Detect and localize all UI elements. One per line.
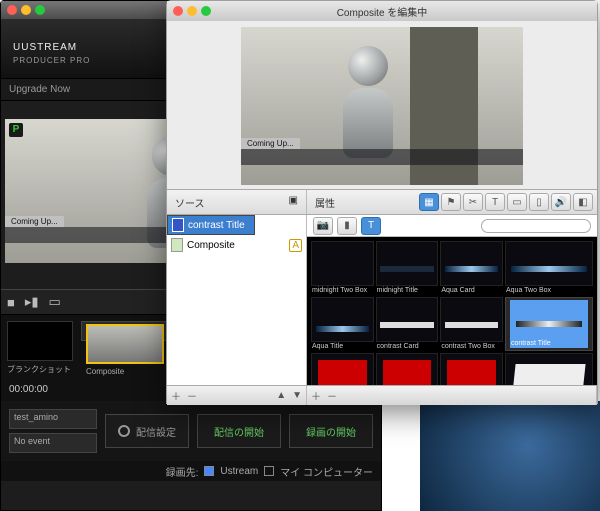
- page-icon[interactable]: ▮: [337, 217, 357, 235]
- attributes-panel: 📷 ▮ T midnight Two Box midnight Title Aq…: [307, 215, 597, 385]
- composite-editor-window: Composite を編集中 Coming Up... ソース▣ 属性 ▦ ⚑ …: [166, 0, 598, 404]
- text-badge-icon: A: [289, 239, 302, 252]
- source-list: contrast Title Composite A: [167, 215, 307, 385]
- audio-icon[interactable]: 🔊: [551, 193, 571, 211]
- control-bar: test_amino No event 配信設定 配信の開始 録画の開始: [1, 401, 381, 461]
- source-label: Composite: [187, 240, 235, 251]
- camera-icon[interactable]: 📷: [313, 217, 333, 235]
- lower-third-text: Coming Up...: [5, 216, 64, 227]
- remove-source-button[interactable]: －: [187, 388, 197, 403]
- lower-third-text: Coming Up...: [241, 138, 300, 149]
- text-icon[interactable]: T: [361, 217, 381, 235]
- template-item[interactable]: Aqua Title: [311, 297, 374, 351]
- template-item[interactable]: [311, 353, 374, 385]
- add-template-button[interactable]: ＋: [311, 388, 321, 403]
- template-item[interactable]: midnight Two Box: [311, 241, 374, 295]
- template-item[interactable]: Aqua Card: [440, 241, 503, 295]
- ustream-label: Ustream: [220, 466, 258, 477]
- screen-icon[interactable]: ▭: [49, 294, 61, 310]
- stream-select[interactable]: test_amino: [9, 409, 97, 429]
- shot-label: Composite: [86, 367, 164, 376]
- brand-line2: PRODUCER PRO: [13, 56, 90, 65]
- pc-label: マイ コンピューター: [280, 464, 373, 479]
- editor-footer: ＋ － ▲ ▼ ＋ －: [167, 385, 597, 405]
- template-toolbar: 📷 ▮ T: [307, 215, 597, 237]
- template-item[interactable]: [376, 353, 439, 385]
- shot-blank[interactable]: ブランクショット: [7, 321, 73, 375]
- remove-template-button[interactable]: －: [327, 388, 337, 403]
- lower-third: Coming Up...: [241, 138, 523, 165]
- shot-label: ブランクショット: [7, 364, 73, 375]
- move-up-button[interactable]: ▲: [276, 390, 286, 401]
- source-label: contrast Title: [188, 220, 245, 231]
- pc-checkbox[interactable]: [264, 466, 274, 476]
- start-rec-button[interactable]: 録画の開始: [289, 414, 373, 448]
- preview-badge: P: [9, 123, 23, 137]
- brand-logo: UUSTREAM PRODUCER PRO: [13, 33, 90, 65]
- template-item[interactable]: [440, 353, 503, 385]
- add-source-button[interactable]: ＋: [171, 388, 181, 403]
- close-icon[interactable]: [7, 5, 17, 15]
- editor-titlebar: Composite を編集中: [167, 1, 597, 21]
- border-icon[interactable]: ▯: [529, 193, 549, 211]
- media-icon[interactable]: ▸▮: [25, 294, 39, 310]
- sources-header: ソース▣: [167, 190, 307, 214]
- editor-preview[interactable]: Coming Up...: [241, 27, 523, 185]
- brand-line1: USTREAM: [21, 42, 77, 53]
- layout-icon[interactable]: ▦: [419, 193, 439, 211]
- template-grid: midnight Two Box midnight Title Aqua Car…: [307, 237, 597, 385]
- shot-composite[interactable]: Composite: [81, 321, 169, 341]
- template-item-selected[interactable]: contrast Title: [505, 297, 593, 351]
- ustream-checkbox[interactable]: [204, 466, 214, 476]
- template-item[interactable]: Aqua Two Box: [505, 241, 593, 295]
- image-icon[interactable]: ▭: [507, 193, 527, 211]
- source-item-title[interactable]: contrast Title: [167, 215, 255, 235]
- attributes-header: 属性: [311, 195, 335, 210]
- chroma-icon[interactable]: ◧: [573, 193, 593, 211]
- dest-label: 録画先:: [166, 464, 199, 479]
- template-item[interactable]: midnight Title: [376, 241, 439, 295]
- zoom-icon[interactable]: [35, 5, 45, 15]
- template-item[interactable]: contrast Card: [376, 297, 439, 351]
- editor-title: Composite を編集中: [167, 4, 597, 19]
- expand-icon[interactable]: ▣: [289, 195, 298, 206]
- editor-body: contrast Title Composite A 📷 ▮ T midnigh…: [167, 215, 597, 385]
- crop-icon[interactable]: ✂: [463, 193, 483, 211]
- text-icon[interactable]: T: [485, 193, 505, 211]
- desktop-wallpaper: [420, 401, 600, 511]
- start-live-button[interactable]: 配信の開始: [197, 414, 281, 448]
- flag-icon[interactable]: ⚑: [441, 193, 461, 211]
- footer: 録画先: Ustream マイ コンピューター: [1, 461, 381, 481]
- event-select[interactable]: No event: [9, 433, 97, 453]
- template-item[interactable]: contrast Two Box: [440, 297, 503, 351]
- camera-icon[interactable]: ■: [7, 295, 15, 310]
- panel-headers: ソース▣ 属性 ▦ ⚑ ✂ T ▭ ▯ 🔊 ◧: [167, 189, 597, 215]
- template-item[interactable]: [505, 353, 593, 385]
- source-item-composite[interactable]: Composite A: [167, 235, 306, 255]
- settings-button[interactable]: 配信設定: [105, 414, 189, 448]
- move-down-button[interactable]: ▼: [292, 390, 302, 401]
- search-input[interactable]: [481, 219, 591, 233]
- minimize-icon[interactable]: [21, 5, 31, 15]
